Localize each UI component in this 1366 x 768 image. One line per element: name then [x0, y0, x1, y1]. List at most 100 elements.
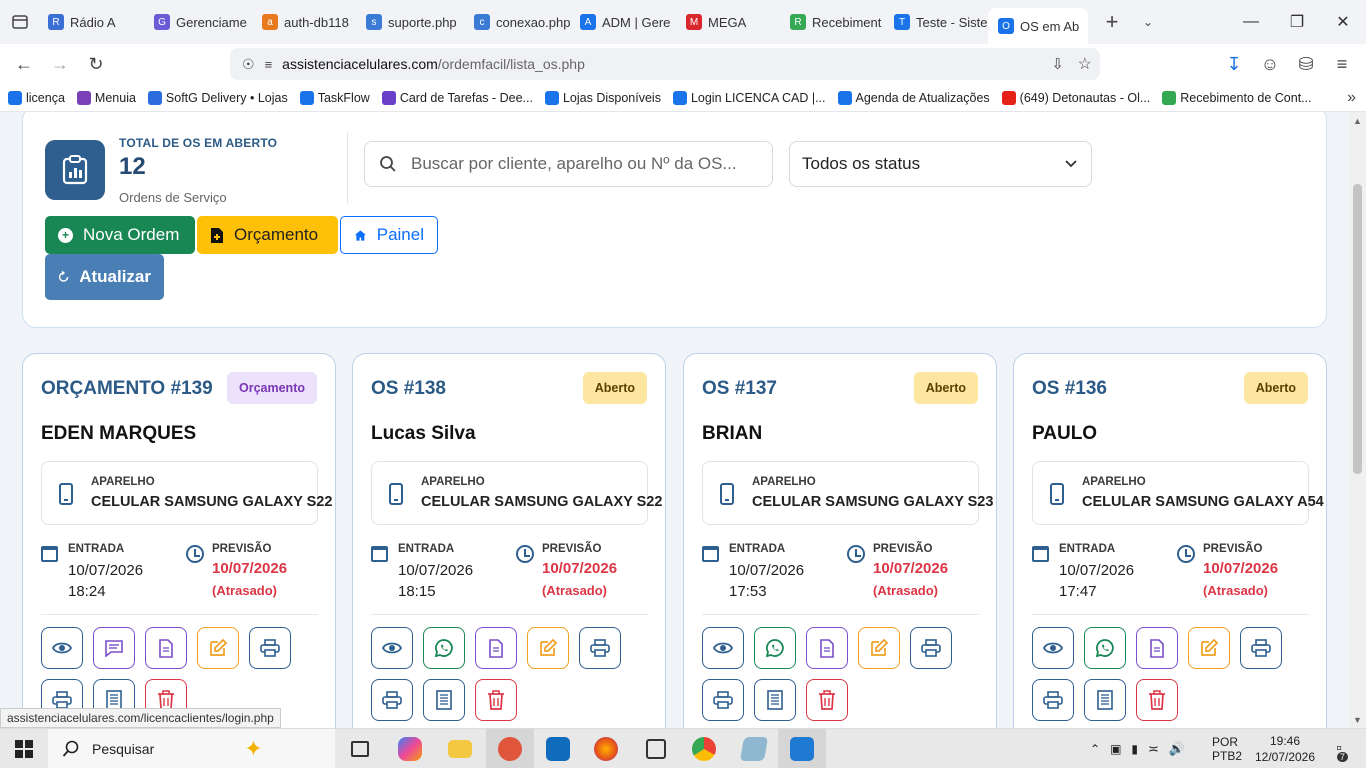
bookmark-item[interactable]: SoftG Delivery • Lojas: [147, 90, 288, 105]
forward-icon[interactable]: →: [42, 46, 78, 82]
view-button[interactable]: [1032, 627, 1074, 669]
bookmark-item[interactable]: Card de Tarefas - Dee...: [381, 90, 533, 105]
home-app-icon[interactable]: [632, 729, 680, 768]
browser-tab[interactable]: R Rádio A: [38, 0, 144, 44]
whatsapp-button[interactable]: [423, 627, 465, 669]
print-button[interactable]: [249, 627, 291, 669]
scroll-up-icon[interactable]: ▲: [1349, 112, 1366, 129]
delete-button[interactable]: [1136, 679, 1178, 721]
outlook-icon[interactable]: [534, 729, 582, 768]
browser-tab[interactable]: c conexao.php: [464, 0, 570, 44]
file-explorer-icon[interactable]: [436, 729, 484, 768]
install-icon[interactable]: ⇩: [1051, 55, 1064, 73]
browser-tab[interactable]: s suporte.php: [356, 0, 464, 44]
tray-expand-icon[interactable]: ⌃: [1090, 742, 1100, 756]
security-icon[interactable]: ☉: [242, 56, 255, 73]
print-button[interactable]: [1240, 627, 1282, 669]
document-button[interactable]: [1136, 627, 1178, 669]
copilot-app-icon[interactable]: [386, 729, 434, 768]
account-icon[interactable]: ☺: [1252, 46, 1288, 82]
edit-button[interactable]: [1188, 627, 1230, 669]
message-button[interactable]: [93, 627, 135, 669]
view-button[interactable]: [371, 627, 413, 669]
browser-tab[interactable]: a auth-db118: [252, 0, 356, 44]
print-receipt-button[interactable]: [371, 679, 413, 721]
browser-tab[interactable]: M MEGA: [676, 0, 780, 44]
browser-tab[interactable]: A ADM | Gere: [570, 0, 676, 44]
browser-tab[interactable]: G Gerenciame: [144, 0, 252, 44]
invoice-button[interactable]: [423, 679, 465, 721]
bookmark-item[interactable]: Login LICENCA CAD |...: [672, 90, 826, 105]
windows-start-icon[interactable]: [0, 729, 48, 768]
bookmark-item[interactable]: licença: [8, 90, 65, 105]
restore-button[interactable]: ❐: [1274, 0, 1320, 44]
battery-icon[interactable]: ▮: [1131, 742, 1138, 756]
tray-app-icon[interactable]: ▣: [1110, 742, 1121, 756]
bookmark-item[interactable]: Lojas Disponíveis: [544, 90, 661, 105]
edit-button[interactable]: [197, 627, 239, 669]
browser-tab[interactable]: OOS em Ab✕: [988, 8, 1088, 44]
bookmark-star-icon[interactable]: ☆: [1078, 54, 1092, 74]
bookmark-item[interactable]: (649) Detonautas - Ol...: [1001, 90, 1150, 105]
volume-icon[interactable]: 🔊: [1169, 741, 1185, 757]
bookmark-item[interactable]: TaskFlow: [299, 90, 370, 105]
panel-button[interactable]: Painel: [340, 216, 438, 254]
notes-app-icon[interactable]: [730, 729, 778, 768]
quote-button[interactable]: Orçamento: [197, 216, 338, 254]
whatsapp-button[interactable]: [754, 627, 796, 669]
language-indicator[interactable]: POR PTB2: [1212, 729, 1242, 768]
view-button[interactable]: [41, 627, 83, 669]
extensions-icon[interactable]: ⛁: [1288, 46, 1324, 82]
search-box[interactable]: [364, 141, 773, 187]
whatsapp-button[interactable]: [1084, 627, 1126, 669]
browser-tab[interactable]: T Teste - Siste: [884, 0, 988, 44]
document-button[interactable]: [145, 627, 187, 669]
close-window-button[interactable]: ✕: [1320, 0, 1366, 44]
document-button[interactable]: [475, 627, 517, 669]
clock[interactable]: 19:46 12/07/2026: [1252, 729, 1318, 768]
device-label: APARELHO: [752, 476, 816, 488]
more-bookmarks-icon[interactable]: »: [1347, 89, 1356, 107]
refresh-button[interactable]: Atualizar: [45, 254, 164, 300]
invoice-button[interactable]: [1084, 679, 1126, 721]
bookmark-item[interactable]: Menuia: [76, 90, 136, 105]
back-icon[interactable]: ←: [6, 46, 42, 82]
notification-icon[interactable]: ▫ 7: [1324, 729, 1354, 768]
tab-list-icon[interactable]: ⌄: [1130, 4, 1166, 40]
menu-icon[interactable]: ≡: [1324, 46, 1360, 82]
browser-tab[interactable]: R Recebiment: [780, 0, 884, 44]
bookmark-item[interactable]: Agenda de Atualizações: [837, 90, 990, 105]
chrome-icon[interactable]: [680, 729, 728, 768]
view-button[interactable]: [702, 627, 744, 669]
tab-actions-icon[interactable]: [2, 4, 38, 40]
edit-button[interactable]: [527, 627, 569, 669]
firefox-icon[interactable]: [582, 729, 630, 768]
delete-button[interactable]: [806, 679, 848, 721]
task-view-icon[interactable]: [336, 729, 384, 768]
status-select[interactable]: Todos os status: [789, 141, 1092, 187]
print-receipt-button[interactable]: [702, 679, 744, 721]
delete-button[interactable]: [475, 679, 517, 721]
reload-icon[interactable]: ↻: [78, 46, 114, 82]
bookmark-item[interactable]: Recebimento de Cont...: [1162, 90, 1312, 105]
vscode-icon[interactable]: [778, 729, 826, 768]
downloads-icon[interactable]: ↧: [1216, 46, 1252, 82]
url-bar[interactable]: ☉ ≡ assistenciacelulares.com/ordemfacil/…: [230, 48, 1100, 80]
document-button[interactable]: [806, 627, 848, 669]
new-order-button[interactable]: + Nova Ordem: [45, 216, 195, 254]
taskbar-search[interactable]: Pesquisar ✦: [48, 729, 335, 768]
scroll-down-icon[interactable]: ▼: [1349, 711, 1366, 728]
print-button[interactable]: [910, 627, 952, 669]
edit-button[interactable]: [858, 627, 900, 669]
scroll-thumb[interactable]: [1353, 184, 1362, 474]
minimize-button[interactable]: —: [1228, 0, 1274, 44]
wifi-icon[interactable]: ≍: [1148, 741, 1159, 757]
print-button[interactable]: [579, 627, 621, 669]
invoice-button[interactable]: [754, 679, 796, 721]
page-scrollbar[interactable]: ▲ ▼: [1349, 112, 1366, 728]
search-input[interactable]: [411, 154, 751, 174]
print-receipt-button[interactable]: [1032, 679, 1074, 721]
site-info-icon[interactable]: ≡: [265, 57, 273, 72]
new-tab-button[interactable]: +: [1094, 4, 1130, 40]
snipping-tool-icon[interactable]: [486, 729, 534, 768]
